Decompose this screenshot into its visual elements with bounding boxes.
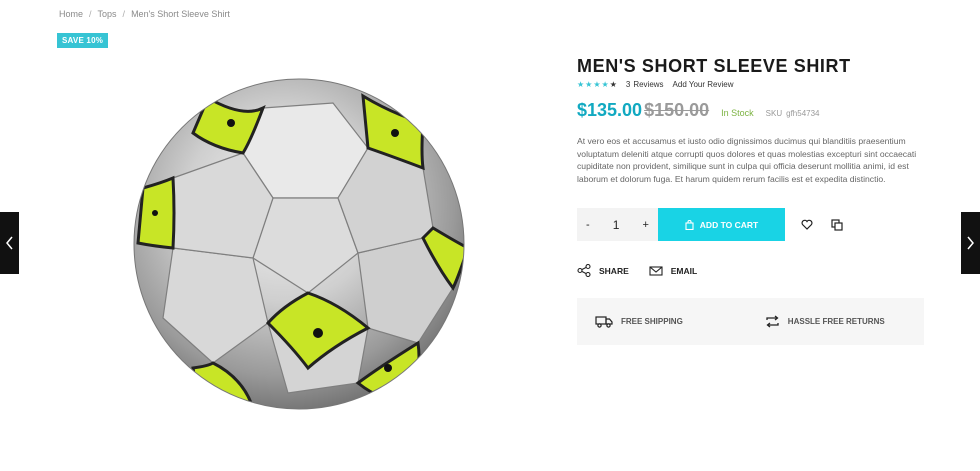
breadcrumb-separator: / xyxy=(89,9,92,19)
product-description: At vero eos et accusamus et iusto odio d… xyxy=(577,136,917,184)
feature-free-shipping: FREE SHIPPING xyxy=(595,316,683,328)
compare-button[interactable] xyxy=(826,214,848,236)
quantity-increase-button[interactable]: + xyxy=(643,219,649,231)
stock-status: In Stock xyxy=(721,108,754,118)
breadcrumb-current: Men's Short Sleeve Shirt xyxy=(131,9,230,19)
sale-badge: SAVE 10% xyxy=(57,33,109,48)
feature-returns-label: HASSLE FREE RETURNS xyxy=(787,317,885,327)
product-info: MEN'S SHORT SLEEVE SHIRT ★ ★ ★ ★ ★ 3 Rev… xyxy=(577,56,924,346)
star-icon: ★ xyxy=(577,80,585,89)
star-icon: ★ xyxy=(601,80,609,89)
breadcrumb-separator: / xyxy=(122,9,126,19)
star-icon: ★ xyxy=(593,80,601,89)
share-icon xyxy=(577,264,591,278)
rating-stars: ★ ★ ★ ★ ★ xyxy=(577,80,617,89)
envelope-icon xyxy=(649,266,663,276)
heart-icon xyxy=(801,220,813,231)
feature-shipping-label: FREE SHIPPING xyxy=(621,317,683,327)
next-product-button[interactable] xyxy=(961,212,980,274)
email-label: EMAIL xyxy=(670,265,698,276)
price-row: $135.00 $150.00 In Stock SKU gfh54734 xyxy=(577,100,924,121)
reviews-count: 3 xyxy=(625,80,631,89)
return-icon xyxy=(766,315,779,328)
star-icon: ★ xyxy=(585,80,593,89)
cart-row: - 1 + ADD TO CART xyxy=(577,208,924,242)
breadcrumb-category[interactable]: Tops xyxy=(98,9,117,19)
breadcrumb: Home / Tops / Men's Short Sleeve Shirt xyxy=(59,9,230,19)
chevron-left-icon xyxy=(6,236,13,250)
reviews-link[interactable]: 3 Reviews xyxy=(626,80,664,89)
shopping-bag-icon xyxy=(685,219,694,230)
rating-row: ★ ★ ★ ★ ★ 3 Reviews Add Your Review xyxy=(577,80,924,89)
add-review-link[interactable]: Add Your Review xyxy=(673,80,734,89)
sku-value: gfh54734 xyxy=(786,109,820,118)
add-to-cart-label: ADD TO CART xyxy=(699,219,759,230)
product-image[interactable] xyxy=(133,78,466,411)
star-icon: ★ xyxy=(609,80,617,89)
quantity-stepper: - 1 + xyxy=(577,208,658,242)
share-button[interactable]: SHARE xyxy=(577,264,629,278)
quantity-decrease-button[interactable]: - xyxy=(586,219,590,231)
sku-label: SKU xyxy=(765,109,783,118)
wishlist-button[interactable] xyxy=(796,214,818,236)
feature-free-returns: HASSLE FREE RETURNS xyxy=(765,315,885,328)
breadcrumb-home[interactable]: Home xyxy=(59,9,83,19)
truck-icon xyxy=(595,316,613,328)
product-title: MEN'S SHORT SLEEVE SHIRT xyxy=(577,56,851,76)
add-to-cart-button[interactable]: ADD TO CART xyxy=(658,208,785,242)
features-bar: FREE SHIPPING HASSLE FREE RETURNS xyxy=(577,298,924,346)
chevron-right-icon xyxy=(967,236,974,250)
email-button[interactable]: EMAIL xyxy=(649,266,697,276)
quantity-value[interactable]: 1 xyxy=(613,218,620,232)
current-price: $135.00 xyxy=(577,100,643,120)
reviews-label: Reviews xyxy=(633,80,664,89)
compare-icon xyxy=(831,219,843,231)
share-row: SHARE EMAIL xyxy=(577,264,924,278)
previous-product-button[interactable] xyxy=(0,212,19,274)
old-price: $150.00 xyxy=(644,100,710,120)
share-label: SHARE xyxy=(599,265,629,276)
